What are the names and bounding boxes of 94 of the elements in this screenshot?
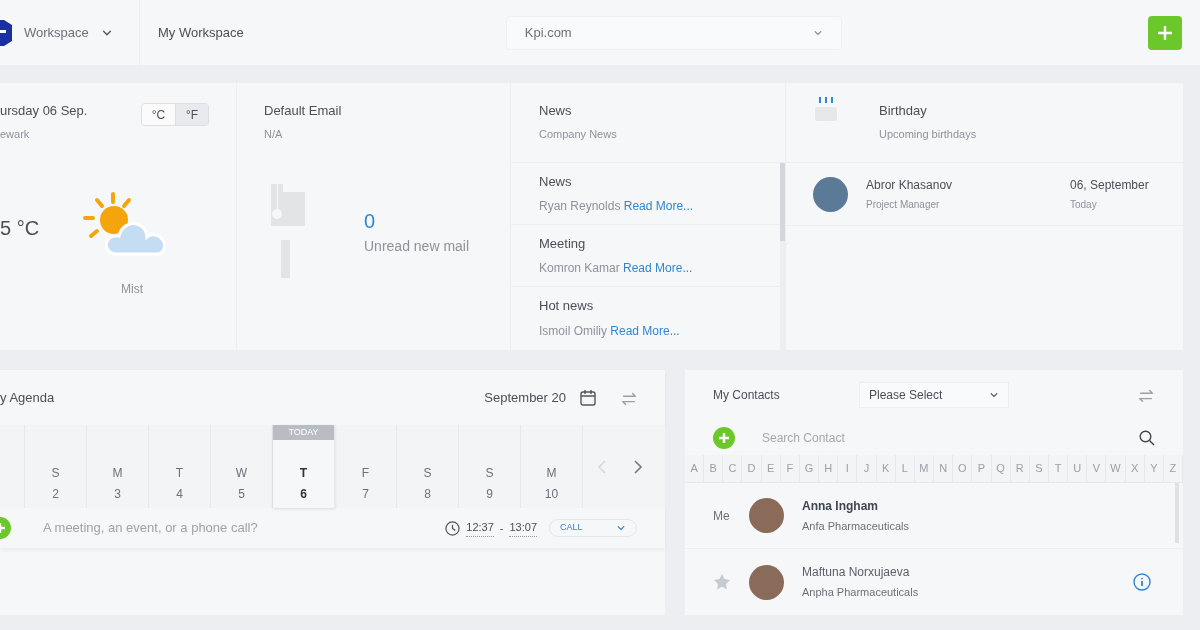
info-icon[interactable] [1133,573,1151,591]
time-separator: - [499,520,504,536]
me-label: Me [713,507,730,525]
news-title: News [539,102,573,120]
star-icon[interactable] [713,573,731,591]
letter-filter[interactable]: Z [1163,455,1184,482]
contact-filter-select[interactable]: Please Select [859,382,1009,409]
news-item-title: News [539,172,573,191]
day-cell[interactable]: T 6 [299,464,308,503]
temperature: 5 °C [0,216,40,241]
person-role: Project Manager [866,198,941,212]
scrollbar-thumb[interactable] [780,163,785,241]
day-cell[interactable]: M 10 [544,464,559,503]
breadcrumb-link[interactable]: My Workspace [158,22,244,43]
letter-filter[interactable]: Q [991,455,1011,482]
email-title: Default Email [264,102,343,120]
domain-select[interactable]: Kpi.com [505,15,842,50]
day-cell[interactable]: S 8 [423,464,432,503]
letter-filter[interactable]: U [1068,455,1088,482]
read-more-link[interactable]: Read More... [623,261,693,276]
letter-filter[interactable]: A [685,455,705,482]
letter-filter[interactable]: K [876,455,896,482]
day-cell[interactable]: M 3 [112,464,123,503]
letter-filter[interactable]: J [857,455,877,482]
plus-icon [1157,24,1173,41]
start-time[interactable]: 12:37 [466,519,494,537]
contact-company: Anfa Pharmaceuticals [802,518,909,534]
cake-icon [813,97,839,121]
read-more-link[interactable]: Read More... [610,323,680,338]
calendar-icon[interactable] [580,389,596,406]
weather-date: ursday 06 Sep. [0,102,88,120]
birthday-date: 06, September [1070,177,1149,194]
letter-filter[interactable]: C [723,455,743,482]
letter-filter[interactable]: B [704,455,724,482]
add-button[interactable] [1148,15,1182,50]
birthday-title: Birthday [879,102,928,120]
letter-filter[interactable]: I [838,455,858,482]
letter-filter[interactable]: P [972,455,992,482]
chevron-down-icon [616,523,626,533]
avatar [749,498,784,533]
workspace-dropdown[interactable]: Workspace [24,22,113,43]
day-cell[interactable]: T 4 [175,464,184,503]
letter-filter[interactable]: H [819,455,839,482]
unread-count: 0 [364,209,377,234]
letter-filter[interactable]: X [1125,455,1145,482]
birthday-when: Today [1070,198,1098,212]
letter-filter[interactable]: Y [1144,455,1164,482]
letter-filter[interactable]: S [1029,455,1049,482]
day-cell[interactable]: S 2 [51,464,60,503]
birthday-subtitle: Upcoming birthdays [879,126,977,142]
letter-filter[interactable]: N [934,455,954,482]
agenda-title: y Agenda [0,388,55,407]
search-icon[interactable] [1139,430,1155,447]
letter-filter[interactable]: V [1087,455,1107,482]
contact-name: Maftuna Norxujaeva [802,564,911,582]
avatar [813,176,848,212]
today-label: TODAY [273,425,334,440]
unit-toggle[interactable]: °F [175,104,208,125]
plus-circle-icon[interactable] [713,427,735,450]
logo-icon[interactable] [0,19,12,46]
letter-filter[interactable]: D [742,455,762,482]
person-name: Abror Khasanov [866,177,954,194]
event-input[interactable]: A meeting, an event, or a phone call? [43,518,423,538]
contact-search-field[interactable]: Search Contact [762,429,1139,448]
contacts-title: My Contacts [713,387,781,405]
letter-filter[interactable]: M [914,455,935,482]
letter-filter[interactable]: G [799,455,820,482]
contact-name: Anna Ingham [802,497,879,515]
day-cell[interactable]: W 5 [235,464,248,503]
day-cell[interactable]: F 7 [361,464,370,503]
chevron-right-icon[interactable] [634,459,643,474]
email-address: N/A [264,126,284,142]
avatar [749,564,784,600]
weather-condition: Mist [121,281,144,298]
unit-toggle[interactable]: °C [142,104,175,125]
end-time[interactable]: 13:07 [509,519,537,537]
letter-filter[interactable]: E [761,455,781,482]
day-cell[interactable]: S 9 [485,464,494,503]
unread-label: Unread new mail [364,237,470,256]
read-more-link[interactable]: Read More... [623,199,694,214]
agenda-month: September 20 [484,388,566,407]
letter-filter[interactable]: L [895,455,915,482]
contact-company: Anpha Pharmaceuticals [802,585,919,601]
chevron-left-icon[interactable] [597,459,606,474]
clock-icon [445,520,461,536]
letter-filter[interactable]: F [780,455,800,482]
letter-filter[interactable]: O [953,455,973,482]
news-item-title: Meeting [539,234,587,253]
news-subtitle: Company News [539,126,618,142]
weather-city: ewark [0,126,31,142]
letter-filter[interactable]: R [1010,455,1030,482]
news-item-title: Hot news [539,297,595,316]
letter-filter[interactable]: W [1106,455,1126,482]
letter-filter[interactable]: T [1048,455,1069,482]
